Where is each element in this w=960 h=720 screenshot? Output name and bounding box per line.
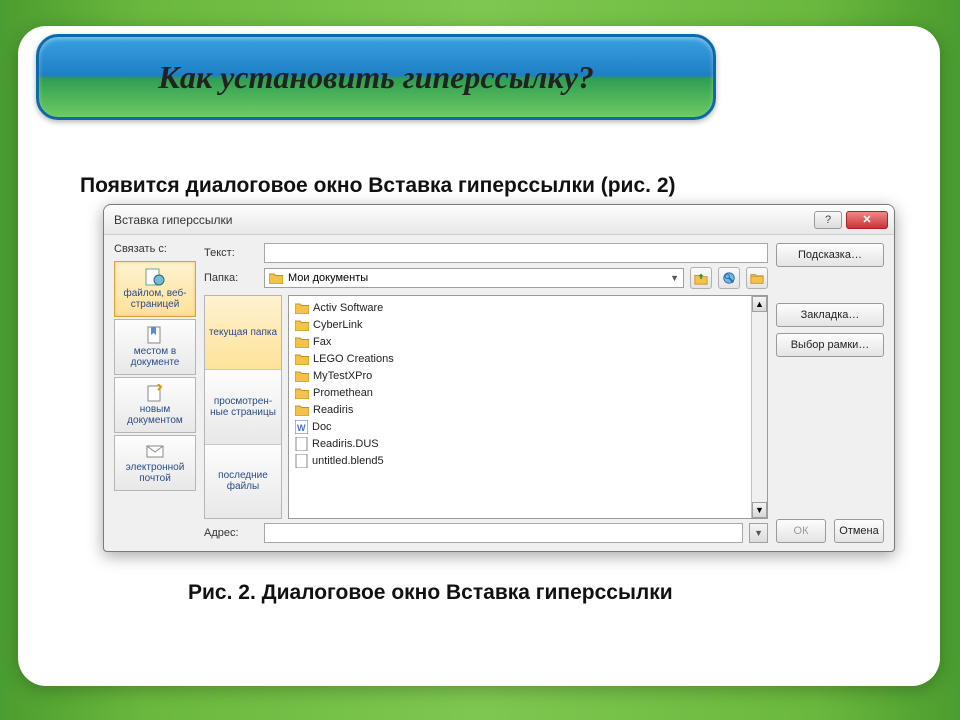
folder-icon [295, 387, 309, 399]
scroll-down-icon[interactable]: ▼ [752, 502, 767, 518]
scrollbar[interactable]: ▲ ▼ [751, 296, 767, 518]
address-dropdown-arrow[interactable]: ▼ [749, 523, 768, 543]
dialog-body: Связать с: файлом, веб-страницей местом … [104, 235, 894, 551]
browse-web-button[interactable] [718, 267, 740, 289]
list-item-label: CyberLink [313, 319, 363, 331]
dialog-right-panel: Подсказка… Закладка… Выбор рамки… ОК Отм… [776, 243, 884, 543]
view-tab-current-folder[interactable]: текущая папка [205, 296, 281, 370]
folder-icon [295, 302, 309, 314]
browse-file-button[interactable] [746, 267, 768, 289]
list-item[interactable]: Promethean [289, 384, 751, 401]
link-option-label: новым документом [117, 404, 193, 426]
cancel-button[interactable]: Отмена [834, 519, 884, 543]
folder-icon [295, 319, 309, 331]
address-label: Адрес: [204, 527, 258, 539]
envelope-icon [145, 442, 165, 460]
folder-icon [295, 353, 309, 365]
dialog-titlebar: Вставка гиперссылки ? ✕ [104, 205, 894, 235]
list-item[interactable]: W Doc [289, 418, 751, 435]
list-item[interactable]: Readiris [289, 401, 751, 418]
list-item[interactable]: LEGO Creations [289, 350, 751, 367]
close-button[interactable]: ✕ [846, 211, 888, 229]
link-option-place-in-doc[interactable]: местом в документе [114, 319, 196, 375]
globe-page-icon [145, 268, 165, 286]
help-button[interactable]: ? [814, 211, 842, 229]
bookmark-doc-icon [145, 326, 165, 344]
list-item-label: Readiris [313, 404, 353, 416]
folder-dropdown[interactable]: Мои документы ▼ [264, 268, 684, 288]
word-doc-icon: W [295, 420, 308, 434]
link-option-label: местом в документе [117, 346, 193, 368]
list-item[interactable]: Readiris.DUS [289, 435, 751, 452]
file-icon [295, 454, 308, 468]
svg-text:W: W [297, 423, 306, 433]
list-item[interactable]: MyTestXPro [289, 367, 751, 384]
address-input[interactable] [264, 523, 743, 543]
folder-icon [295, 336, 309, 348]
list-item-label: untitled.blend5 [312, 455, 384, 467]
target-frame-button[interactable]: Выбор рамки… [776, 333, 884, 357]
link-option-label: файлом, веб-страницей [117, 288, 193, 310]
list-item-label: Activ Software [313, 302, 383, 314]
link-with-panel: Связать с: файлом, веб-страницей местом … [114, 243, 196, 543]
up-folder-button[interactable] [690, 267, 712, 289]
scroll-track[interactable] [752, 312, 767, 502]
list-item[interactable]: Activ Software [289, 299, 751, 316]
figure-caption: Рис. 2. Диалоговое окно Вставка гиперссы… [188, 581, 673, 605]
list-item-label: Doc [312, 421, 332, 433]
ok-button[interactable]: ОК [776, 519, 826, 543]
list-item-label: Promethean [313, 387, 373, 399]
dialog-main-panel: Текст: Папка: Мои документы ▼ [204, 243, 768, 543]
link-option-new-doc[interactable]: новым документом [114, 377, 196, 433]
list-item[interactable]: CyberLink [289, 316, 751, 333]
list-item-label: LEGO Creations [313, 353, 394, 365]
slide-title: Как установить гиперссылку? [158, 59, 594, 96]
slide-title-banner: Как установить гиперссылку? [36, 34, 716, 120]
view-tabs: текущая папка просмотрен-ные страницы по… [204, 295, 282, 519]
new-doc-icon [145, 384, 165, 402]
list-item[interactable]: untitled.blend5 [289, 452, 751, 469]
dropdown-arrow-icon: ▼ [670, 273, 679, 283]
list-item-label: MyTestXPro [313, 370, 372, 382]
view-tab-recent-files[interactable]: последние файлы [205, 445, 281, 518]
link-option-label: электронной почтой [117, 462, 193, 484]
hyperlink-dialog: Вставка гиперссылки ? ✕ Связать с: файло… [103, 204, 895, 552]
link-option-file-web[interactable]: файлом, веб-страницей [114, 261, 196, 317]
folder-label: Папка: [204, 272, 258, 284]
slide-subtitle: Появится диалоговое окно Вставка гиперсс… [80, 174, 676, 198]
folder-icon [269, 272, 283, 284]
dialog-title: Вставка гиперссылки [114, 213, 232, 227]
file-icon [295, 437, 308, 451]
bookmark-button[interactable]: Закладка… [776, 303, 884, 327]
link-option-email[interactable]: электронной почтой [114, 435, 196, 491]
list-item-label: Fax [313, 336, 331, 348]
list-item[interactable]: Fax [289, 333, 751, 350]
file-list[interactable]: Activ Software CyberLink Fax LEGO Creati… [289, 296, 751, 518]
file-list-pane: Activ Software CyberLink Fax LEGO Creati… [288, 295, 768, 519]
view-tab-browsed-pages[interactable]: просмотрен-ные страницы [205, 370, 281, 444]
screentip-button[interactable]: Подсказка… [776, 243, 884, 267]
link-with-label: Связать с: [114, 243, 196, 255]
folder-value: Мои документы [288, 272, 368, 284]
text-label: Текст: [204, 247, 258, 259]
list-item-label: Readiris.DUS [312, 438, 379, 450]
slide-card: Как установить гиперссылку? Появится диа… [18, 26, 940, 686]
folder-icon [295, 404, 309, 416]
folder-icon [295, 370, 309, 382]
display-text-input[interactable] [264, 243, 768, 263]
scroll-up-icon[interactable]: ▲ [752, 296, 767, 312]
